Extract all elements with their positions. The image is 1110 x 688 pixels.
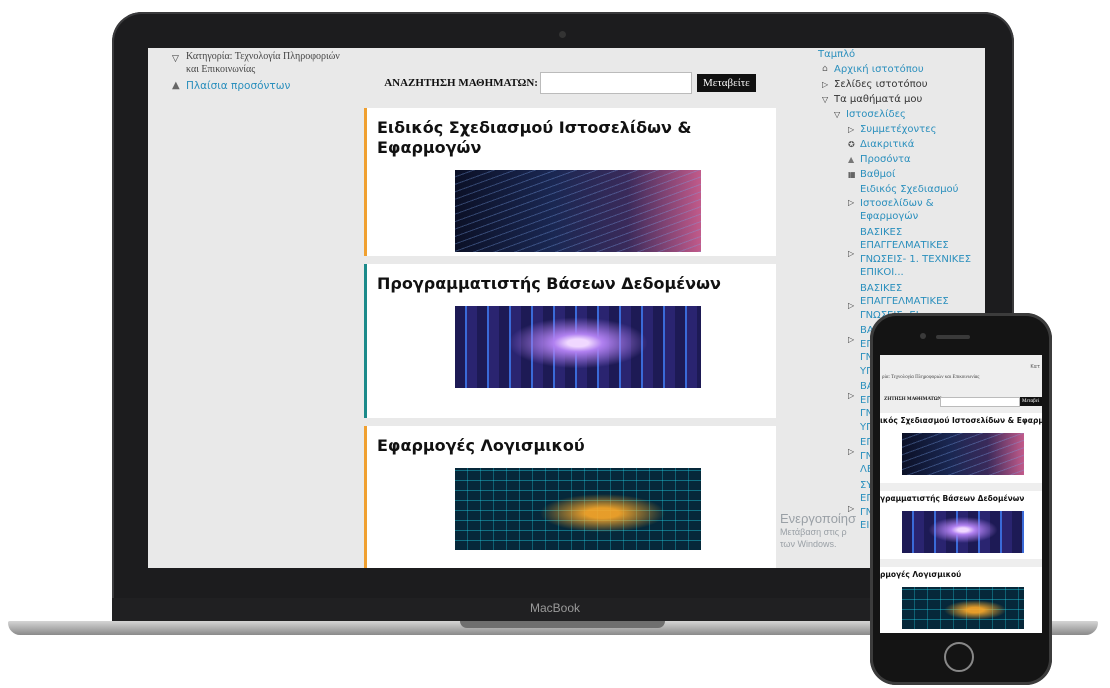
competency-frameworks-link[interactable]: ▲ Πλαίσια προσόντων xyxy=(170,80,350,92)
laptop-notch xyxy=(460,621,665,628)
phone-course-search: ΖΗΤΗΣΗ ΜΑΘΗΜΑΤΩΝ: Μεταβεί xyxy=(880,395,1042,407)
windows-activation-watermark: Ενεργοποίησ Μετάβαση στις ρ των Windows. xyxy=(780,511,856,550)
phone-course-image[interactable] xyxy=(902,433,1024,475)
nav-grades[interactable]: ▦ Βαθμοί xyxy=(844,167,978,182)
search-button[interactable]: Μεταβείτε xyxy=(696,74,756,92)
left-block: ▽ Κατηγορία: Τεχνολογία Πληροφοριών και … xyxy=(170,50,350,92)
nav-course-label: Ειδικός Σχεδιασμού Ιστοσελίδων & Εφαρμογ… xyxy=(860,184,959,222)
nav-websites-label: Ιστοσελίδες xyxy=(846,109,906,120)
competency-frameworks-label: Πλαίσια προσόντων xyxy=(186,80,291,92)
nav-site-pages-label: Σελίδες ιστοτόπου xyxy=(834,79,928,90)
phone-course-title[interactable]: γραμματιστής Βάσεων Δεδομένων xyxy=(880,491,1042,503)
search-input[interactable] xyxy=(539,72,692,94)
triangle-right-icon: ▷ xyxy=(848,391,855,400)
nav-course-item[interactable]: ▷ Ειδικός Σχεδιασμού Ιστοσελίδων & Εφαρμο… xyxy=(844,182,978,225)
nav-dashboard[interactable]: Ταμπλό xyxy=(818,48,978,62)
category-node[interactable]: ▽ Κατηγορία: Τεχνολογία Πληροφοριών και … xyxy=(170,50,350,76)
nav-competencies[interactable]: ▲ Προσόντα xyxy=(844,152,978,167)
course-search: ΑΝΑΖΗΤΗΣΗ ΜΑΘΗΜΑΤΩΝ: Μεταβείτε xyxy=(364,62,776,104)
triangle-down-icon: ▽ xyxy=(834,110,841,119)
nav-my-courses-label: Τα μαθήματά μου xyxy=(834,94,923,105)
laptop-camera xyxy=(559,31,566,38)
nav-websites[interactable]: ▽ Ιστοσελίδες xyxy=(830,107,978,122)
phone-course-card[interactable]: ρμογές Λογισμικού xyxy=(880,567,1042,633)
nav-site-pages[interactable]: ▷ Σελίδες ιστοτόπου xyxy=(818,77,978,92)
phone-search-button[interactable]: Μεταβεί xyxy=(1020,397,1042,406)
main-column: ΑΝΑΖΗΤΗΣΗ ΜΑΘΗΜΑΤΩΝ: Μεταβείτε Ειδικός Σ… xyxy=(364,62,776,568)
phone-course-title[interactable]: ρμογές Λογισμικού xyxy=(880,567,1042,579)
phone-camera xyxy=(920,333,926,339)
nav-course-label: ΒΑΣΙΚΕΣ ΕΠΑΓΓΕΛΜΑΤΙΚΕΣ ΓΝΩΣΕΙΣ- 1. ΤΕΧΝΙ… xyxy=(860,226,972,279)
course-image[interactable] xyxy=(455,170,701,252)
competency-icon: ▲ xyxy=(848,155,855,164)
triangle-right-icon: ▷ xyxy=(848,125,855,134)
triangle-right-icon: ▷ xyxy=(822,80,829,89)
category-label: Κατηγορία: Τεχνολογία Πληροφοριών και Επ… xyxy=(186,51,340,75)
phone-home-button[interactable] xyxy=(944,642,974,672)
laptop-screen: ▽ Κατηγορία: Τεχνολογία Πληροφοριών και … xyxy=(148,48,985,568)
phone-search-input[interactable] xyxy=(940,397,1020,407)
nav-badges[interactable]: ✪ Διακριτικά xyxy=(844,137,978,152)
triangle-right-icon: ▷ xyxy=(848,300,855,310)
phone-course-title[interactable]: ικός Σχεδιασμού Ιστοσελίδων & Εφαρμογ xyxy=(880,413,1042,425)
course-image[interactable] xyxy=(455,306,701,388)
course-card[interactable]: Προγραμματιστής Βάσεων Δεδομένων xyxy=(364,264,776,418)
phone-screen: Κατ ρία: Τεχνολογία Πληροφοριών και Επικ… xyxy=(880,355,1042,633)
phone-category[interactable]: ρία: Τεχνολογία Πληροφοριών και Επικοινω… xyxy=(882,375,979,380)
phone-course-card[interactable]: γραμματιστής Βάσεων Δεδομένων xyxy=(880,491,1042,559)
home-icon: ⌂ xyxy=(822,64,828,74)
nav-competencies-label: Προσόντα xyxy=(860,154,911,165)
phone-course-image[interactable] xyxy=(902,511,1024,553)
nav-home-label: Αρχική ιστοτόπου xyxy=(834,64,924,75)
triangle-down-icon: ▽ xyxy=(172,53,179,63)
watermark-line: των Windows. xyxy=(780,539,837,549)
phone-course-card[interactable]: ικός Σχεδιασμού Ιστοσελίδων & Εφαρμογ xyxy=(880,413,1042,483)
badge-icon: ✪ xyxy=(848,140,855,149)
course-title[interactable]: Ειδικός Σχεδιασμού Ιστοσελίδων & Εφαρμογ… xyxy=(367,118,776,158)
course-title[interactable]: Εφαρμογές Λογισμικού xyxy=(367,436,776,456)
triangle-right-icon: ▷ xyxy=(848,447,855,456)
triangle-right-icon: ▷ xyxy=(848,248,855,258)
course-title[interactable]: Προγραμματιστής Βάσεων Δεδομένων xyxy=(367,274,776,294)
phone-search-label: ΖΗΤΗΣΗ ΜΑΘΗΜΑΤΩΝ: xyxy=(884,397,944,402)
phone-speaker xyxy=(936,335,970,339)
grades-icon: ▦ xyxy=(848,170,856,179)
nav-grades-label: Βαθμοί xyxy=(860,169,896,180)
course-image[interactable] xyxy=(455,468,701,550)
search-label: ΑΝΑΖΗΤΗΣΗ ΜΑΘΗΜΑΤΩΝ: xyxy=(384,77,538,89)
nav-badges-label: Διακριτικά xyxy=(860,139,915,150)
watermark-line: Μετάβαση στις ρ xyxy=(780,527,847,537)
nav-participants-label: Συμμετέχοντες xyxy=(860,124,937,135)
course-card[interactable]: Ειδικός Σχεδιασμού Ιστοσελίδων & Εφαρμογ… xyxy=(364,108,776,256)
triangle-right-icon: ▷ xyxy=(848,198,855,207)
nav-home[interactable]: ⌂ Αρχική ιστοτόπου xyxy=(818,62,978,77)
nav-course-item[interactable]: ▷ ΒΑΣΙΚΕΣ ΕΠΑΓΓΕΛΜΑΤΙΚΕΣ ΓΝΩΣΕΙΣ- 1. ΤΕΧΝ… xyxy=(844,225,978,281)
watermark-line: Ενεργοποίησ xyxy=(780,511,857,526)
course-card[interactable]: Εφαρμογές Λογισμικού xyxy=(364,426,776,568)
nav-participants[interactable]: ▷ Συμμετέχοντες xyxy=(844,122,978,137)
triangle-right-icon: ▷ xyxy=(848,335,855,344)
nav-dashboard-label: Ταμπλό xyxy=(818,49,856,60)
phone-course-image[interactable] xyxy=(902,587,1024,629)
triangle-down-icon: ▽ xyxy=(822,95,829,104)
nav-my-courses[interactable]: ▽ Τα μαθήματά μου xyxy=(818,92,978,107)
competency-icon: ▲ xyxy=(172,80,180,91)
phone-corner-text: Κατ xyxy=(1030,364,1040,370)
